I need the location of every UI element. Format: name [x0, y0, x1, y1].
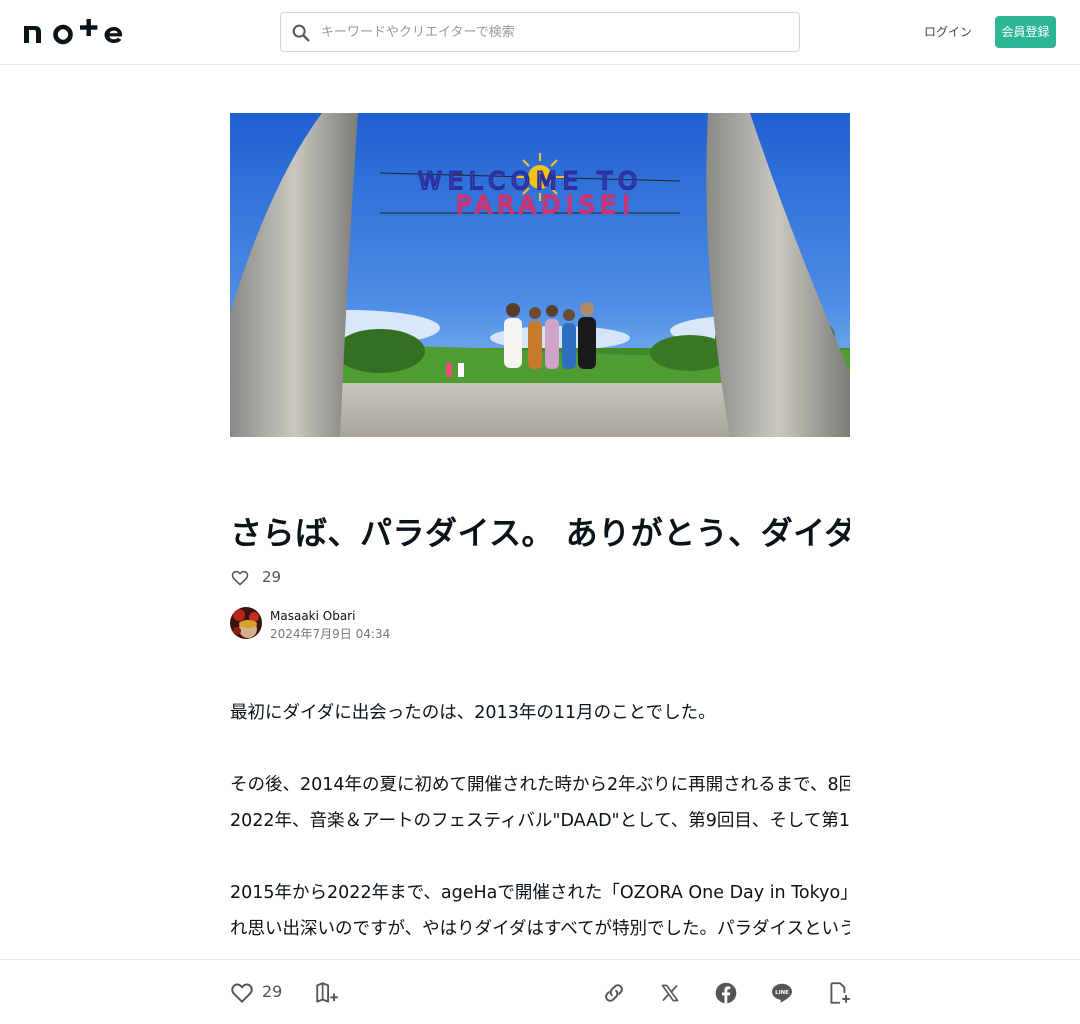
line-icon[interactable]: LINE — [769, 980, 795, 1006]
facebook-icon[interactable] — [713, 980, 739, 1006]
like-count: 29 — [262, 568, 282, 586]
search-box[interactable] — [280, 12, 800, 52]
heart-icon[interactable] — [230, 568, 250, 588]
login-link[interactable]: ログイン — [922, 16, 974, 48]
link-icon[interactable] — [601, 980, 627, 1006]
body-paragraph: 最初にダイダに出会ったのは、2013年の11月のことでした。 — [230, 703, 716, 723]
article-title: さらば、パラダイス。 ありがとう、ダイダ 【2024年版】 — [230, 514, 850, 552]
magazine-add-icon[interactable] — [314, 980, 340, 1006]
clip-icon[interactable] — [826, 980, 852, 1006]
search-input[interactable] — [321, 13, 791, 51]
sign-line2: PARADISE! — [456, 191, 637, 219]
svg-text:LINE: LINE — [775, 990, 789, 996]
avatar[interactable] — [230, 607, 262, 639]
heart-icon[interactable] — [229, 980, 255, 1006]
body-paragraph: その後、2014年の夏に初めて開催された時から2年ぶりに再開されるまで、8回も参… — [230, 767, 850, 839]
signup-button[interactable]: 会員登録 — [995, 16, 1056, 48]
hero-image: WELCOME TO PARADISE! — [230, 113, 850, 437]
body-paragraph: 2015年から2022年まで、ageHaで開催された「OZORA One Day… — [230, 875, 850, 947]
note-logo[interactable] — [24, 19, 124, 45]
search-icon — [292, 24, 310, 42]
published-date: 2024年7月9日 04:34 — [270, 627, 391, 641]
author-name[interactable]: Masaaki Obari — [270, 608, 355, 624]
body-line: 2015年から2022年まで、ageHaで開催された「OZORA One Day… — [230, 883, 850, 903]
bottom-like-count: 29 — [262, 982, 283, 1001]
author-info[interactable]: Masaaki Obari 2024年7月9日 04:34 — [230, 607, 530, 641]
bottom-action-bar: 29 LINE — [0, 959, 1080, 1024]
body-line: 2022年、音楽＆アートのフェスティバル"DAAD"として、第9回目、そして第1… — [230, 811, 850, 831]
body-line: れ思い出深いのですが、やはりダイダはすべてが特別でした。パラダイスという言葉がこ… — [230, 919, 850, 939]
body-line: その後、2014年の夏に初めて開催された時から2年ぶりに再開されるまで、8回も参… — [230, 775, 850, 795]
top-header: ログイン 会員登録 — [0, 0, 1080, 65]
x-icon[interactable] — [657, 980, 683, 1006]
